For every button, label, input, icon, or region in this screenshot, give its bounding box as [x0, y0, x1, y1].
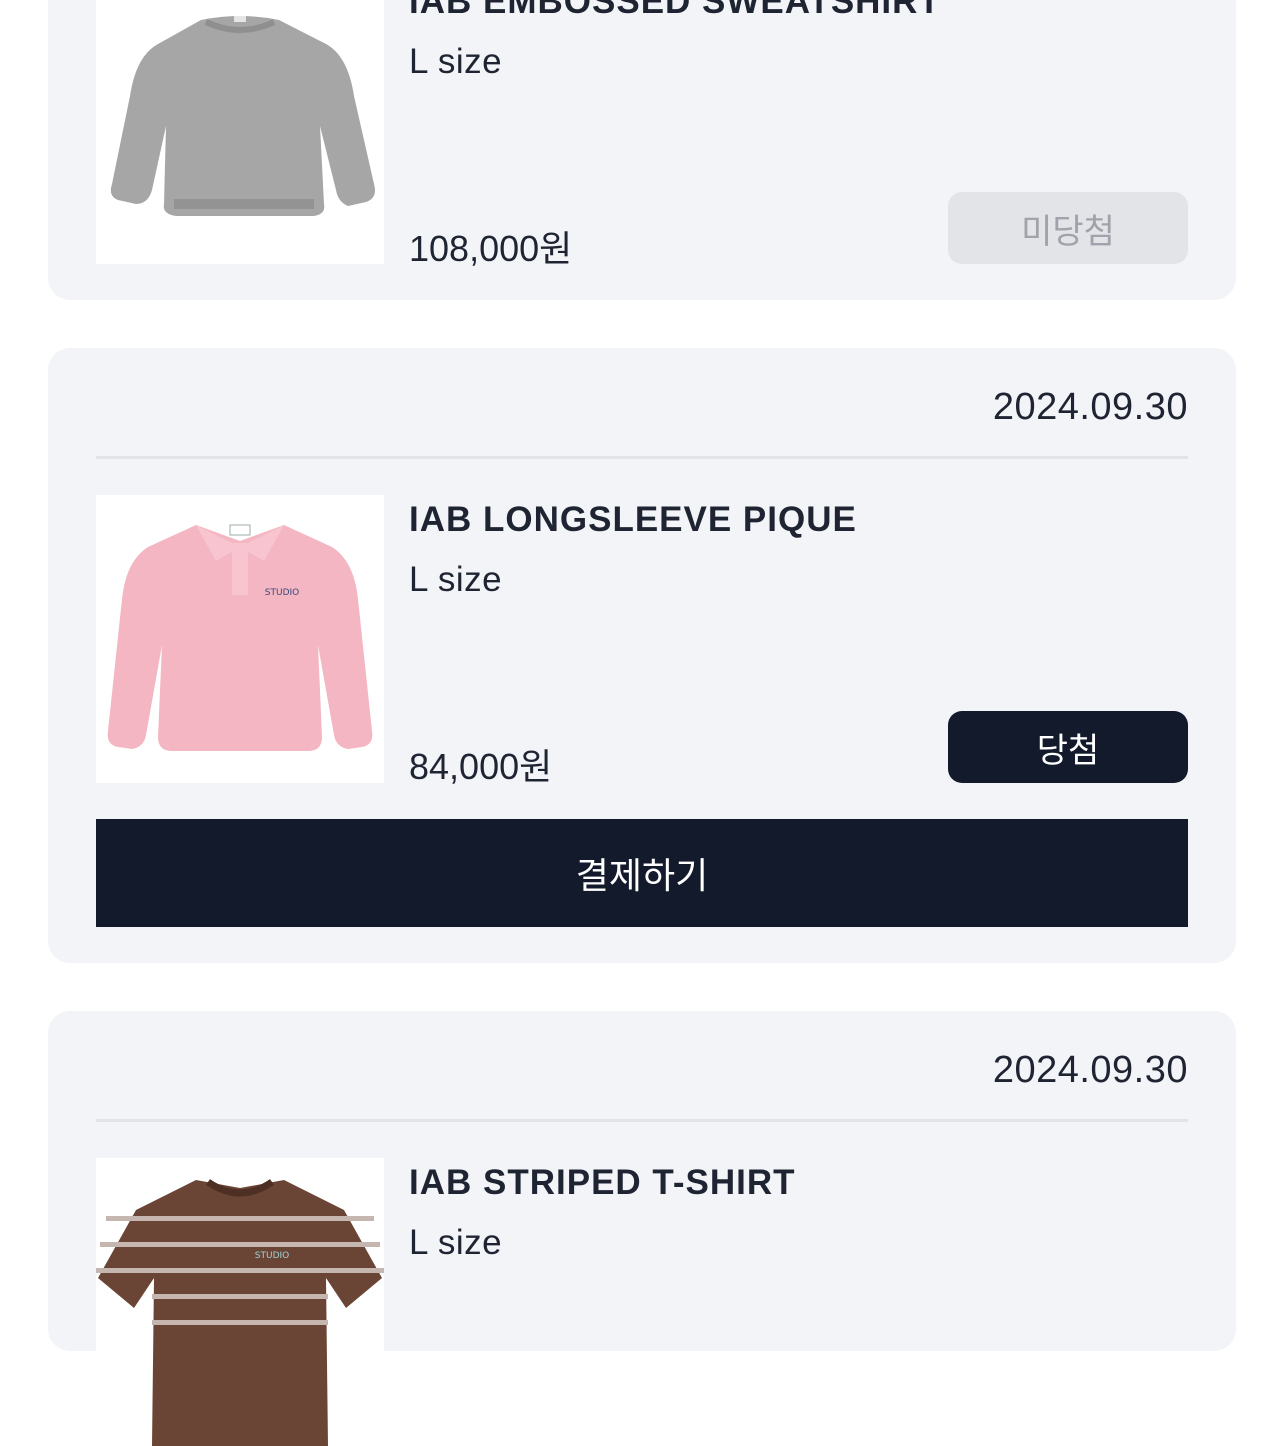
order-date: 2024.09.30 — [992, 1049, 1188, 1091]
product-price: 108,000원 — [409, 228, 573, 269]
product-name: IAB LONGSLEEVE PIQUE — [409, 500, 857, 539]
product-size: L size — [409, 560, 503, 599]
product-price: 84,000원 — [409, 746, 553, 787]
svg-text:STUDIO: STUDIO — [255, 1251, 289, 1261]
product-size: L size — [409, 1223, 503, 1262]
order-date: 2024.09.30 — [992, 386, 1188, 428]
product-name: IAB EMBOSSED SWEATSHIRT — [409, 0, 941, 21]
svg-text:STUDIO: STUDIO — [265, 588, 299, 598]
order-card: IAB EMBOSSED SWEATSHIRT L size 108,000원 … — [48, 0, 1236, 300]
pay-button[interactable]: 결제하기 — [96, 819, 1188, 927]
divider — [96, 1119, 1188, 1122]
lottery-result-button[interactable]: 미당첨 — [948, 192, 1188, 264]
product-name: IAB STRIPED T-SHIRT — [409, 1163, 796, 1202]
order-card: 2024.09.30 STUDIO IAB LONGSLEEVE PIQUE L… — [48, 348, 1236, 963]
lottery-result-button[interactable]: 당첨 — [948, 711, 1188, 783]
order-card: 2024.09.30 STUDIO IAB STRIPED T-SHIRT L … — [48, 1011, 1236, 1446]
product-image[interactable]: STUDIO — [96, 495, 384, 783]
product-size: L size — [409, 42, 503, 81]
divider — [96, 456, 1188, 459]
product-image[interactable]: STUDIO — [96, 1158, 384, 1446]
product-image[interactable] — [96, 0, 384, 264]
